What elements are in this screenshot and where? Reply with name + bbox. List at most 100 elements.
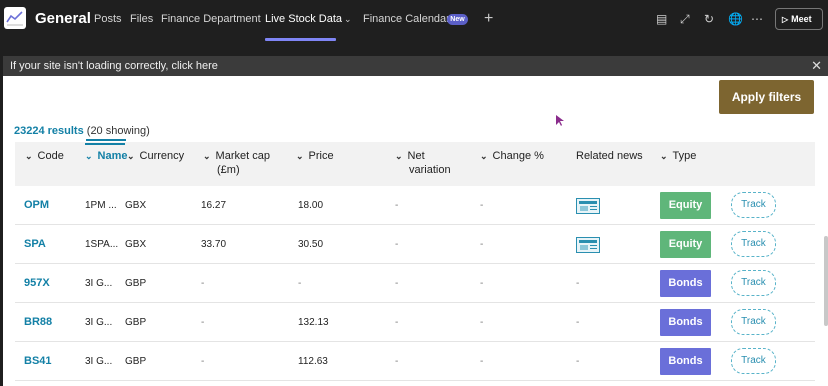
currency-cell: GBP: [125, 317, 147, 328]
related-news-cell: -: [576, 356, 580, 367]
add-tab-icon[interactable]: +: [484, 10, 493, 28]
globe-icon[interactable]: 🌐: [728, 12, 743, 26]
change-cell: -: [480, 356, 484, 367]
code-link[interactable]: 957X: [24, 264, 50, 303]
net-variation-cell: -: [395, 200, 399, 211]
name-cell: 3I G...: [85, 356, 113, 367]
tab-posts[interactable]: Posts: [94, 13, 122, 25]
column-type[interactable]: ⌄ Type: [660, 149, 696, 163]
net-variation-cell: -: [395, 356, 399, 367]
market-cap-cell: -: [201, 317, 205, 328]
column-net-variation[interactable]: ⌄ Net variation: [395, 149, 451, 177]
refresh-icon[interactable]: ↻: [704, 12, 714, 26]
chevron-down-icon: ⌄: [85, 151, 93, 161]
column-market-cap-unit: (£m): [217, 164, 240, 176]
news-icon[interactable]: [576, 237, 600, 253]
column-related-news: Related news: [576, 150, 643, 162]
conversation-icon[interactable]: ▤: [656, 12, 667, 26]
chevron-down-icon: ⌄: [296, 151, 304, 161]
type-badge-equity: Equity: [660, 231, 711, 258]
chevron-down-icon: ⌄: [480, 151, 488, 161]
related-news-cell: -: [576, 317, 580, 328]
news-icon[interactable]: [576, 198, 600, 214]
price-cell: 18.00: [298, 200, 324, 211]
net-variation-cell: -: [395, 239, 399, 250]
table-header: ⌄ Code ⌄ Name ⌄ Currency ⌄ Market cap (£m) ⌄ P…: [15, 142, 815, 186]
table-row: 957X 3I G... GBP - - - - - Bonds Track: [15, 264, 815, 303]
mouse-cursor-icon: [556, 115, 564, 126]
change-cell: -: [480, 239, 484, 250]
price-cell: 112.63: [298, 356, 328, 367]
apply-filters-button[interactable]: Apply filters: [719, 80, 814, 114]
code-link[interactable]: OPM: [24, 186, 49, 225]
net-variation-cell: -: [395, 317, 399, 328]
column-net-variation-sub: variation: [409, 164, 451, 176]
site-warning-text: If your site isn't loading correctly, cl…: [10, 60, 218, 72]
code-link[interactable]: BS41: [24, 342, 52, 381]
site-warning-banner[interactable]: If your site isn't loading correctly, cl…: [3, 56, 828, 76]
chart-logo-icon[interactable]: [4, 7, 26, 29]
name-cell: 1SPA...: [85, 239, 119, 250]
results-underline: [86, 139, 126, 141]
price-cell: 132.13: [298, 317, 329, 328]
more-options-icon[interactable]: ⋯: [751, 12, 763, 26]
tab-finance-calendar[interactable]: Finance Calendar: [363, 13, 450, 25]
meet-button[interactable]: ▷ Meet: [775, 8, 823, 30]
video-camera-icon: ▷: [782, 15, 789, 24]
column-type-label: Type: [672, 150, 697, 162]
chevron-down-icon: ⌄: [25, 151, 33, 161]
expand-icon[interactable]: ⤢: [680, 12, 690, 27]
chevron-down-icon: ⌄: [127, 151, 135, 161]
column-market-cap[interactable]: ⌄ Market cap (£m): [203, 149, 270, 177]
chevron-down-icon: ⌄: [395, 151, 403, 161]
active-tab-indicator: [265, 38, 336, 41]
table-row: SPA 1SPA... GBX 33.70 30.50 - - Equity T…: [15, 225, 815, 264]
column-currency[interactable]: ⌄ Currency: [127, 149, 184, 163]
web-content: If your site isn't loading correctly, cl…: [3, 56, 828, 386]
change-cell: -: [480, 317, 484, 328]
meet-label: Meet: [791, 14, 812, 24]
tab-live-stock-data-label: Live Stock Data: [265, 13, 343, 25]
track-button[interactable]: Track: [731, 309, 776, 335]
name-cell: 3I G...: [85, 317, 113, 328]
change-cell: -: [480, 278, 484, 289]
column-currency-label: Currency: [139, 150, 185, 162]
chevron-down-icon: ⌄: [660, 151, 668, 161]
change-cell: -: [480, 200, 484, 211]
results-summary: 23224 results (20 showing): [14, 125, 150, 137]
market-cap-cell: 33.70: [201, 239, 227, 250]
column-price[interactable]: ⌄ Price: [296, 149, 334, 163]
name-cell: 1PM ...: [85, 200, 117, 211]
table-row: OPM 1PM ... GBX 16.27 18.00 - - Equity T…: [15, 186, 815, 225]
track-button[interactable]: Track: [731, 348, 776, 374]
sort-indicator: [85, 143, 125, 145]
tab-files[interactable]: Files: [130, 13, 153, 25]
code-link[interactable]: SPA: [24, 225, 46, 264]
track-button[interactable]: Track: [731, 231, 776, 257]
market-cap-cell: 16.27: [201, 200, 227, 211]
column-net-variation-label: Net: [407, 150, 425, 162]
column-market-cap-label: Market cap: [215, 150, 270, 162]
currency-cell: GBP: [125, 278, 147, 289]
tab-finance-department[interactable]: Finance Department: [161, 13, 261, 25]
results-showing: (20 showing): [86, 125, 150, 137]
close-icon[interactable]: ✕: [811, 56, 822, 76]
chevron-down-icon: ⌄: [203, 151, 211, 161]
column-code[interactable]: ⌄ Code: [25, 149, 64, 163]
type-badge-bonds: Bonds: [660, 270, 711, 297]
scrollbar[interactable]: [824, 236, 828, 326]
table-row: BS41 3I G... GBP - 112.63 - - - Bonds Tr…: [15, 342, 815, 381]
price-cell: -: [298, 278, 302, 289]
code-link[interactable]: BR88: [24, 303, 52, 342]
market-cap-cell: -: [201, 356, 205, 367]
column-change-label: Change %: [492, 150, 544, 162]
market-cap-cell: -: [201, 278, 205, 289]
teams-header: General Posts Files Finance Department L…: [0, 0, 828, 41]
column-change[interactable]: ⌄ Change %: [480, 149, 544, 163]
tab-live-stock-data[interactable]: Live Stock Data ⌄: [265, 13, 352, 25]
column-price-label: Price: [308, 150, 334, 162]
track-button[interactable]: Track: [731, 270, 776, 296]
column-name[interactable]: ⌄ Name: [85, 149, 128, 163]
net-variation-cell: -: [395, 278, 399, 289]
track-button[interactable]: Track: [731, 192, 776, 218]
